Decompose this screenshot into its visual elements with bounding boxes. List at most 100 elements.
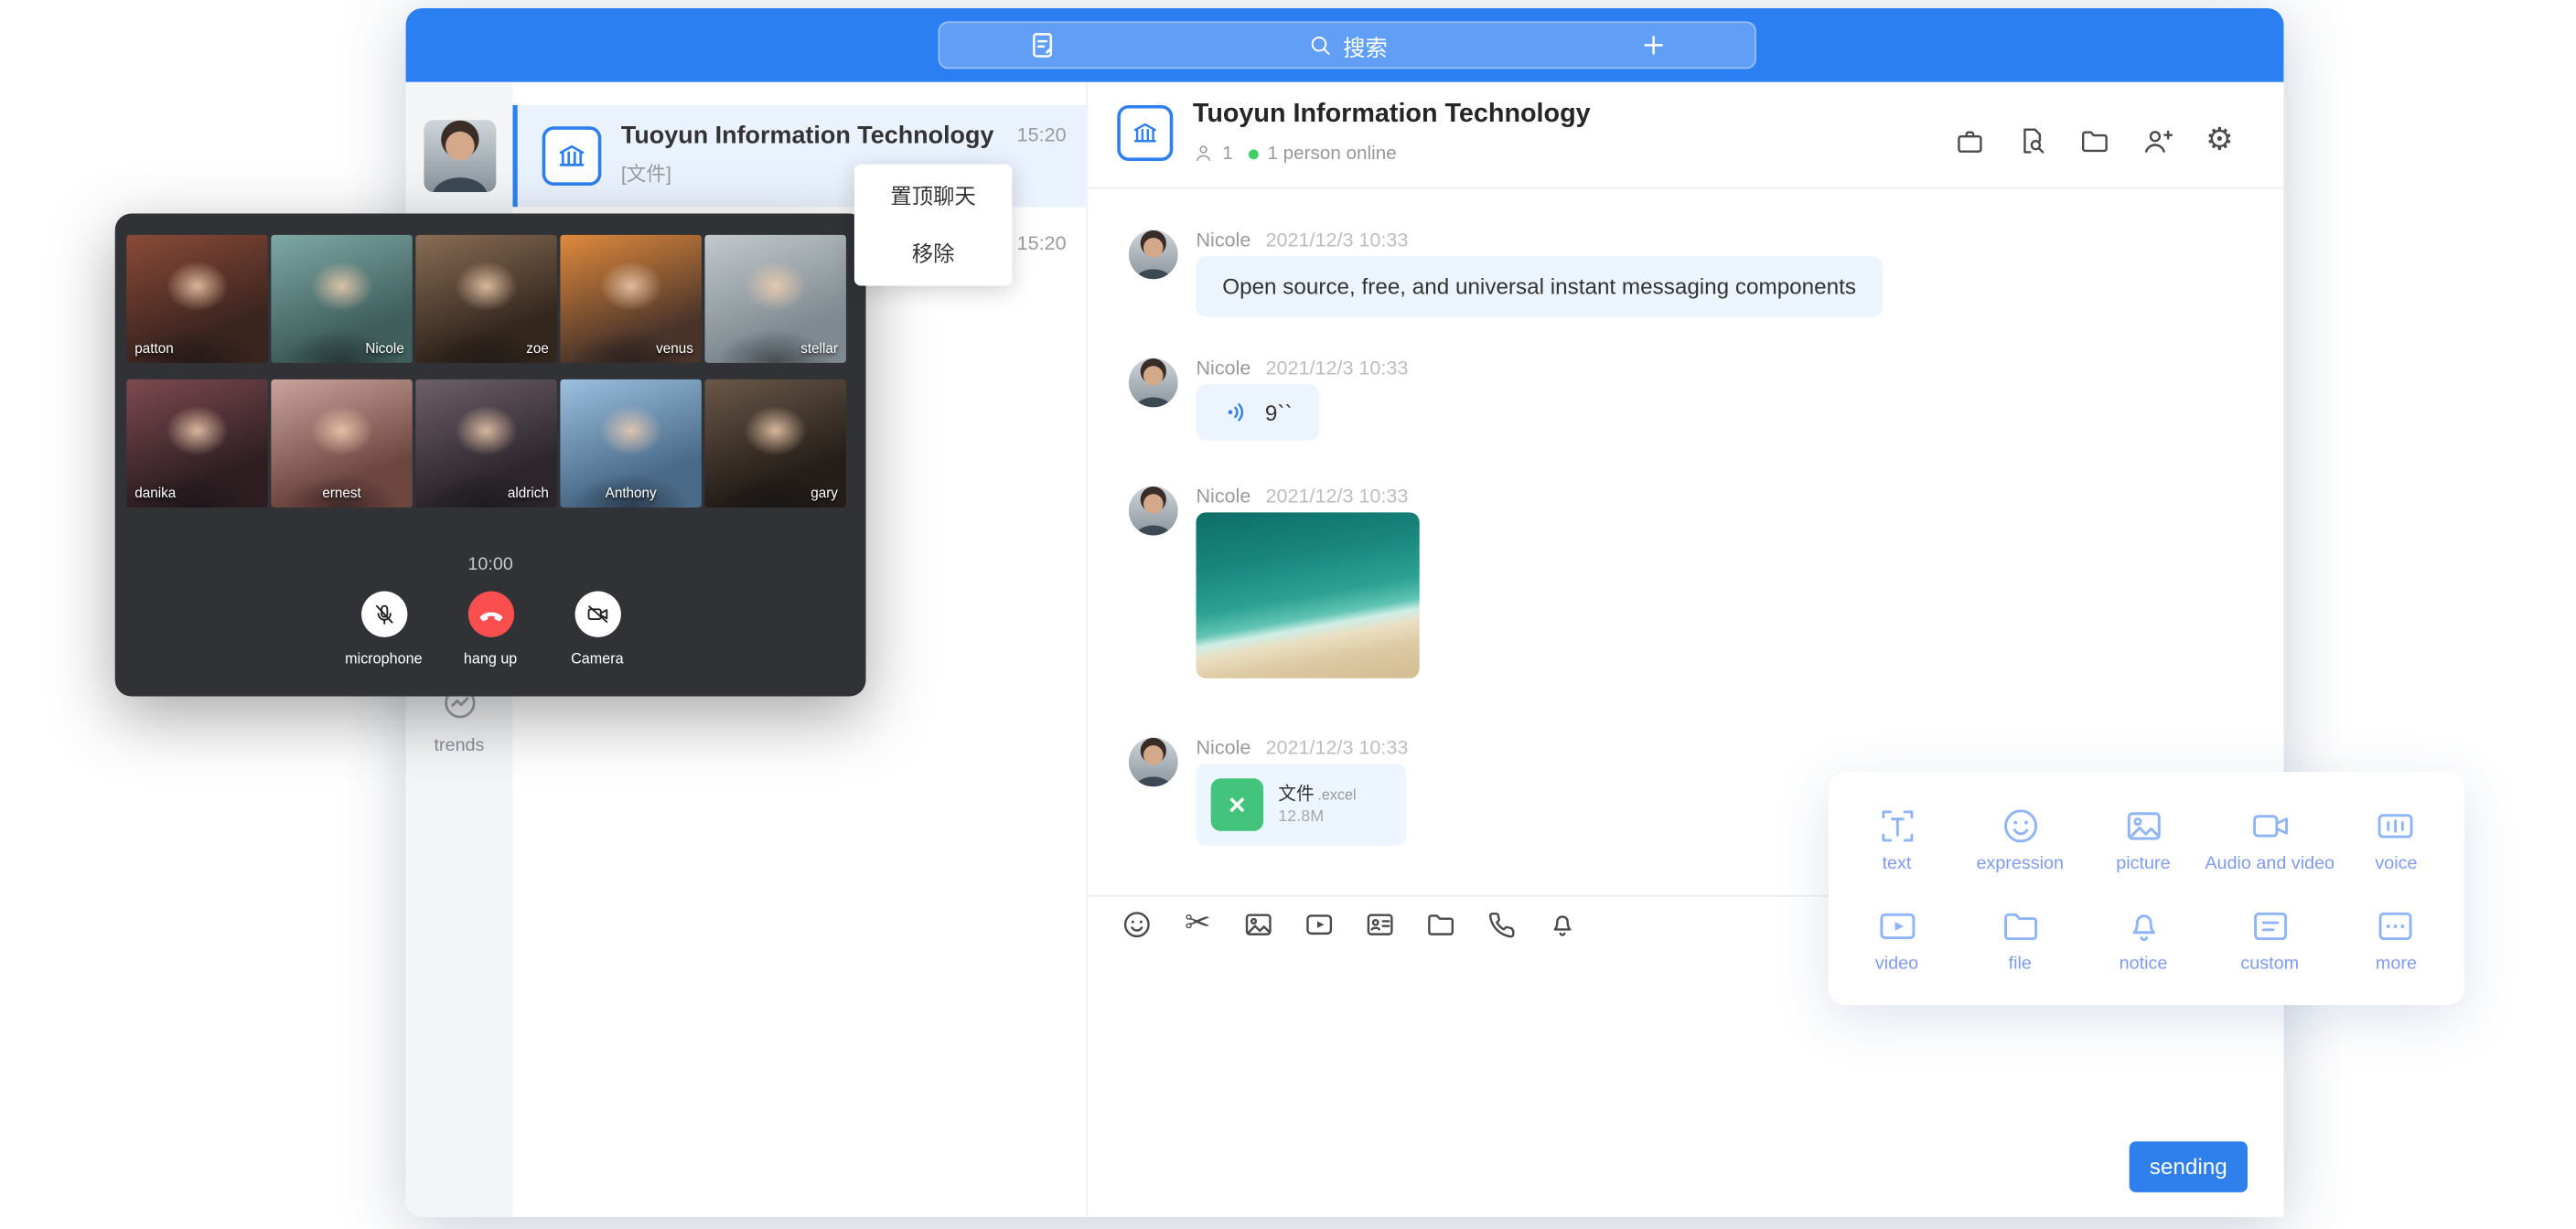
hang-up-icon	[467, 592, 513, 637]
panel-item-voice[interactable]: voice	[2334, 804, 2458, 872]
context-menu: 置顶聊天 移除	[854, 165, 1012, 286]
conversation-title: Tuoyun Information Technology	[621, 122, 994, 150]
video-tile[interactable]: venus	[560, 235, 701, 363]
top-bar: 搜索	[406, 8, 2284, 82]
contact-card-icon[interactable]	[1364, 908, 1397, 941]
picture-icon	[2122, 804, 2165, 847]
panel-item-video[interactable]: video	[1835, 904, 1959, 973]
camera-toggle[interactable]: Camera	[548, 592, 647, 668]
message-meta: Nicole 2021/12/3 10:33	[1196, 357, 1408, 379]
file-name: 文件.excel	[1278, 780, 1356, 807]
member-count: 1	[1222, 144, 1233, 164]
chat-title: Tuoyun Information Technology	[1193, 101, 1591, 130]
contacts-icon	[1026, 29, 1057, 60]
hang-up-button[interactable]: hang up	[441, 592, 540, 668]
video-tile[interactable]: stellar	[704, 235, 845, 363]
video-tile[interactable]: danika	[126, 379, 267, 508]
panel-item-audio-video[interactable]: Audio and video	[2205, 804, 2334, 872]
file-message[interactable]: × 文件.excel 12.8M	[1196, 764, 1406, 846]
voice-duration: 9``	[1265, 400, 1293, 424]
folder-icon[interactable]	[2078, 124, 2111, 157]
settings-icon[interactable]: ⚙	[2203, 124, 2236, 157]
chat-panel: Tuoyun Information Technology 1 1 person…	[1088, 82, 2283, 1217]
panel-item-file[interactable]: file	[1959, 904, 2082, 973]
feature-panel: text expression picture	[1829, 772, 2464, 1005]
search-label: 搜索	[1343, 28, 1387, 61]
trends-label: trends	[406, 736, 513, 756]
contacts-button[interactable]	[939, 23, 1143, 67]
search-box[interactable]: 搜索	[1143, 23, 1551, 67]
message-meta: Nicole2021/12/3 10:33	[1196, 485, 1408, 508]
panel-item-text[interactable]: text	[1835, 804, 1959, 872]
voice-message-bubble[interactable]: 9``	[1196, 384, 1318, 440]
group-avatar	[542, 126, 602, 186]
message-sender: Nicole	[1196, 485, 1250, 508]
add-member-icon[interactable]	[2141, 124, 2174, 157]
video-icon[interactable]	[1303, 908, 1336, 941]
conversation-time: 15:20	[1017, 123, 1067, 146]
message-sender: Nicole	[1196, 736, 1250, 759]
video-tile[interactable]: Nicole	[271, 235, 412, 363]
call-controls: microphone hang up Camer	[115, 592, 866, 668]
file-icon[interactable]	[1424, 908, 1457, 941]
video-panel-icon	[1875, 904, 1918, 947]
video-tile[interactable]: patton	[126, 235, 267, 363]
message-time: 2021/12/3 10:33	[1266, 736, 1409, 759]
notice-icon[interactable]	[1546, 908, 1579, 941]
sender-avatar[interactable]	[1129, 358, 1178, 408]
video-call-window: patton Nicole zoe venus stellar danika e…	[115, 213, 866, 696]
chat-subtitle: 1 1 person online	[1193, 143, 1397, 164]
video-tile[interactable]: ernest	[271, 379, 412, 508]
expression-icon	[1999, 804, 2042, 847]
video-tile[interactable]: zoe	[415, 235, 556, 363]
chat-header: Tuoyun Information Technology 1 1 person…	[1088, 82, 2283, 189]
message-time: 2021/12/3 10:33	[1266, 229, 1409, 251]
my-avatar[interactable]	[424, 120, 496, 192]
menu-item-pin-chat[interactable]: 置顶聊天	[854, 167, 1012, 225]
call-icon[interactable]	[1486, 908, 1519, 941]
message-sender: Nicole	[1196, 229, 1250, 251]
call-timer: 10:00	[115, 555, 866, 575]
file-size: 12.8M	[1278, 808, 1324, 827]
online-status: 1 person online	[1267, 144, 1396, 164]
members-icon	[1193, 143, 1214, 164]
panel-item-more[interactable]: more	[2334, 904, 2458, 973]
emoji-icon[interactable]	[1121, 908, 1154, 941]
add-button[interactable]	[1551, 23, 1755, 67]
custom-panel-icon	[2249, 904, 2292, 947]
panel-item-notice[interactable]: notice	[2082, 904, 2206, 973]
message-sender: Nicole	[1196, 357, 1250, 379]
send-button[interactable]: sending	[2130, 1141, 2248, 1192]
input-toolbar: ✂	[1121, 908, 1579, 941]
more-panel-icon	[2375, 904, 2418, 947]
image-message[interactable]	[1196, 512, 1419, 678]
video-tile[interactable]: Anthony	[560, 379, 701, 508]
message-meta: Nicole 2021/12/3 10:33	[1196, 736, 1408, 759]
video-tile[interactable]: aldrich	[415, 379, 556, 508]
notice-panel-icon	[2122, 904, 2165, 947]
panel-item-picture[interactable]: picture	[2082, 804, 2206, 872]
group-avatar	[1117, 105, 1173, 161]
sender-avatar[interactable]	[1129, 486, 1178, 536]
file-panel-icon	[1999, 904, 2042, 947]
sender-avatar[interactable]	[1129, 230, 1178, 279]
sender-avatar[interactable]	[1129, 737, 1178, 786]
plus-icon	[1639, 31, 1668, 59]
top-bar-pill: 搜索	[939, 21, 1756, 69]
archive-icon[interactable]	[1953, 124, 1986, 157]
microphone-toggle[interactable]: microphone	[334, 592, 433, 668]
panel-item-custom[interactable]: custom	[2205, 904, 2334, 973]
camera-off-icon	[574, 592, 620, 637]
screenshot-icon[interactable]: ✂	[1181, 908, 1214, 941]
search-icon	[1307, 33, 1332, 58]
text-message-bubble[interactable]: Open source, free, and universal instant…	[1196, 256, 1882, 316]
chat-history-search-icon[interactable]	[2016, 124, 2049, 157]
image-icon[interactable]	[1242, 908, 1275, 941]
conversation-time: 15:20	[1017, 231, 1067, 254]
message-time: 2021/12/3 10:33	[1266, 357, 1409, 379]
page: 搜索	[0, 0, 2576, 1228]
video-tile[interactable]: gary	[704, 379, 845, 508]
panel-item-expression[interactable]: expression	[1959, 804, 2082, 872]
participant-grid: patton Nicole zoe venus stellar danika e…	[126, 235, 846, 508]
menu-item-remove[interactable]: 移除	[854, 225, 1012, 283]
